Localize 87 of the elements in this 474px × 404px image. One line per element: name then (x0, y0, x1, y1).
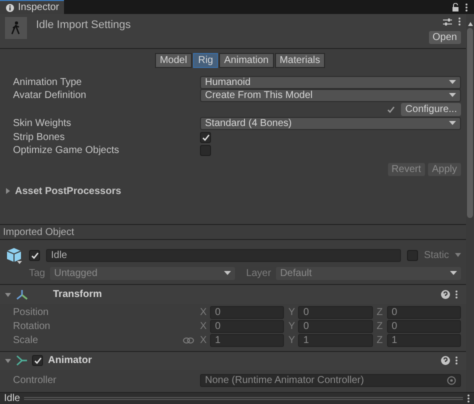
more-options-icon[interactable] (455, 290, 458, 300)
tag-label: Tag (29, 268, 46, 280)
branch-icon (16, 355, 27, 366)
settings-tab[interactable]: Rig (193, 52, 218, 68)
more-options-icon[interactable] (455, 356, 458, 366)
asset-title: Idle Import Settings (36, 18, 132, 31)
number-field[interactable]: 1 (386, 334, 461, 348)
target-icon[interactable] (447, 376, 456, 385)
number-field[interactable]: 1 (210, 334, 284, 348)
checkmark-icon (30, 252, 38, 259)
settings-tab[interactable]: Animation (219, 52, 274, 68)
enabled-checkbox[interactable] (32, 355, 43, 366)
dropdown-arrow-icon[interactable] (455, 253, 461, 258)
static-checkbox[interactable] (406, 250, 418, 261)
axis-label: Y (288, 335, 296, 346)
open-button[interactable]: Open (428, 31, 461, 44)
checkbox[interactable] (200, 145, 211, 156)
number-field[interactable]: 0 (298, 306, 373, 320)
number-field[interactable]: 0 (210, 306, 284, 320)
field-label: Animation Type (13, 76, 83, 88)
inspector-tab[interactable]: Inspector (0, 0, 64, 14)
axis-label: Z (376, 307, 384, 318)
dropdown-arrow-icon (224, 271, 232, 276)
field-label: Scale (13, 335, 40, 346)
dropdown-arrow-icon (449, 121, 456, 126)
number-field[interactable]: 0 (386, 306, 461, 320)
foldout-label[interactable]: Asset PostProcessors (15, 186, 122, 197)
dropdown-arrow-icon (449, 80, 456, 85)
tag-dropdown[interactable]: Untagged (50, 267, 236, 280)
layer-dropdown[interactable]: Default (276, 267, 462, 280)
axis-label: X (200, 307, 207, 318)
component-title: Animator (48, 355, 93, 366)
help-icon[interactable] (441, 290, 450, 300)
layer-label: Layer (246, 268, 272, 280)
field-label: Position (13, 307, 50, 318)
axis-label: X (200, 321, 207, 332)
axis-label: Y (288, 307, 296, 318)
axis-label: X (200, 335, 207, 346)
tab-label: Inspector (18, 2, 60, 13)
static-label: Static (424, 250, 449, 261)
scroll-up-icon[interactable] (468, 22, 472, 26)
checkbox[interactable] (200, 132, 211, 143)
more-options-icon[interactable] (458, 17, 461, 26)
checkmark-icon (387, 106, 396, 114)
field-label: Optimize Game Objects (13, 145, 120, 156)
link-icon[interactable] (183, 337, 194, 344)
axis-label: Y (288, 321, 296, 332)
dropdown[interactable]: Standard (4 Bones) (200, 117, 461, 130)
axes-icon (16, 289, 28, 300)
name-field[interactable]: Idle (46, 248, 401, 262)
field-label: Skin Weights (13, 118, 72, 130)
expanded-arrow-icon[interactable] (5, 358, 11, 364)
field-label: Controller (13, 374, 58, 386)
settings-tab[interactable]: Materials (274, 52, 326, 68)
lock-icon[interactable] (452, 2, 459, 12)
dropdown-arrow-icon (450, 271, 458, 276)
dropdown-arrow-icon (449, 93, 456, 98)
cube-icon[interactable] (5, 246, 23, 264)
more-options-icon[interactable] (465, 2, 468, 12)
help-icon[interactable] (441, 356, 450, 366)
checkmark-icon (202, 134, 210, 141)
humanoid-icon (5, 17, 27, 39)
collapsed-arrow-icon[interactable] (5, 188, 11, 194)
number-field[interactable]: 0 (210, 320, 284, 334)
axis-label: Z (376, 335, 384, 346)
more-options-icon[interactable] (467, 394, 470, 403)
scrollbar-thumb[interactable] (467, 28, 473, 218)
field-label: Strip Bones (13, 132, 66, 143)
settings-tab[interactable]: Model (154, 52, 192, 68)
active-checkbox[interactable] (29, 250, 40, 261)
info-icon (6, 4, 14, 12)
section-title: Imported Object (3, 226, 74, 238)
dropdown[interactable]: Create From This Model (200, 89, 461, 102)
configure-button[interactable]: Configure... (401, 103, 461, 116)
field-label: Rotation (13, 321, 52, 332)
expanded-arrow-icon[interactable] (5, 292, 11, 298)
sliders-icon[interactable] (443, 18, 452, 26)
status-title: Idle (4, 393, 20, 404)
dropdown[interactable]: Humanoid (200, 76, 461, 89)
number-field[interactable]: 1 (298, 334, 373, 348)
component-title: Transform (52, 289, 103, 300)
number-field[interactable]: 0 (298, 320, 373, 334)
axis-label: Z (376, 321, 384, 332)
field-label: Avatar Definition (13, 90, 88, 102)
object-field[interactable]: None (Runtime Animator Controller) (200, 374, 461, 387)
number-field[interactable]: 0 (386, 320, 461, 334)
checkmark-icon (34, 357, 42, 364)
